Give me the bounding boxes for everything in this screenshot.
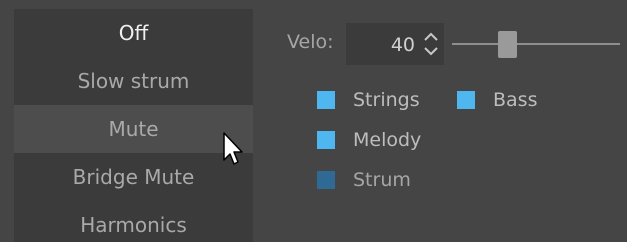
mode-item-harmonics[interactable]: Harmonics — [14, 201, 253, 249]
mode-item-slow-strum[interactable]: Slow strum — [14, 57, 253, 105]
strum-settings-panel: Off Slow strum Mute Bridge Mute Harmonic… — [0, 0, 627, 242]
velocity-slider-thumb[interactable] — [498, 31, 517, 58]
spinner-updown-icon[interactable] — [421, 29, 441, 59]
melody-checkbox-box[interactable] — [317, 131, 335, 149]
mouse-pointer-icon — [223, 132, 243, 165]
mode-item-bridge-mute[interactable]: Bridge Mute — [14, 153, 253, 201]
bass-label: Bass — [493, 89, 538, 111]
velocity-label: Velo: — [287, 31, 334, 53]
mode-item-mute[interactable]: Mute — [14, 105, 253, 153]
strings-label: Strings — [353, 89, 420, 111]
bass-checkbox-box[interactable] — [457, 91, 475, 109]
velocity-slider-track-remaining[interactable] — [517, 43, 620, 45]
velocity-value[interactable]: 40 — [346, 23, 415, 65]
velocity-slider-track[interactable] — [452, 43, 498, 45]
strum-checkbox-box[interactable] — [317, 171, 335, 189]
velocity-field[interactable]: 40 — [346, 23, 444, 65]
strum-mode-list: Off Slow strum Mute Bridge Mute Harmonic… — [14, 9, 253, 242]
strings-checkbox-box[interactable] — [317, 91, 335, 109]
melody-label: Melody — [353, 129, 422, 151]
strum-label: Strum — [353, 169, 411, 191]
mode-item-off[interactable]: Off — [14, 9, 253, 57]
